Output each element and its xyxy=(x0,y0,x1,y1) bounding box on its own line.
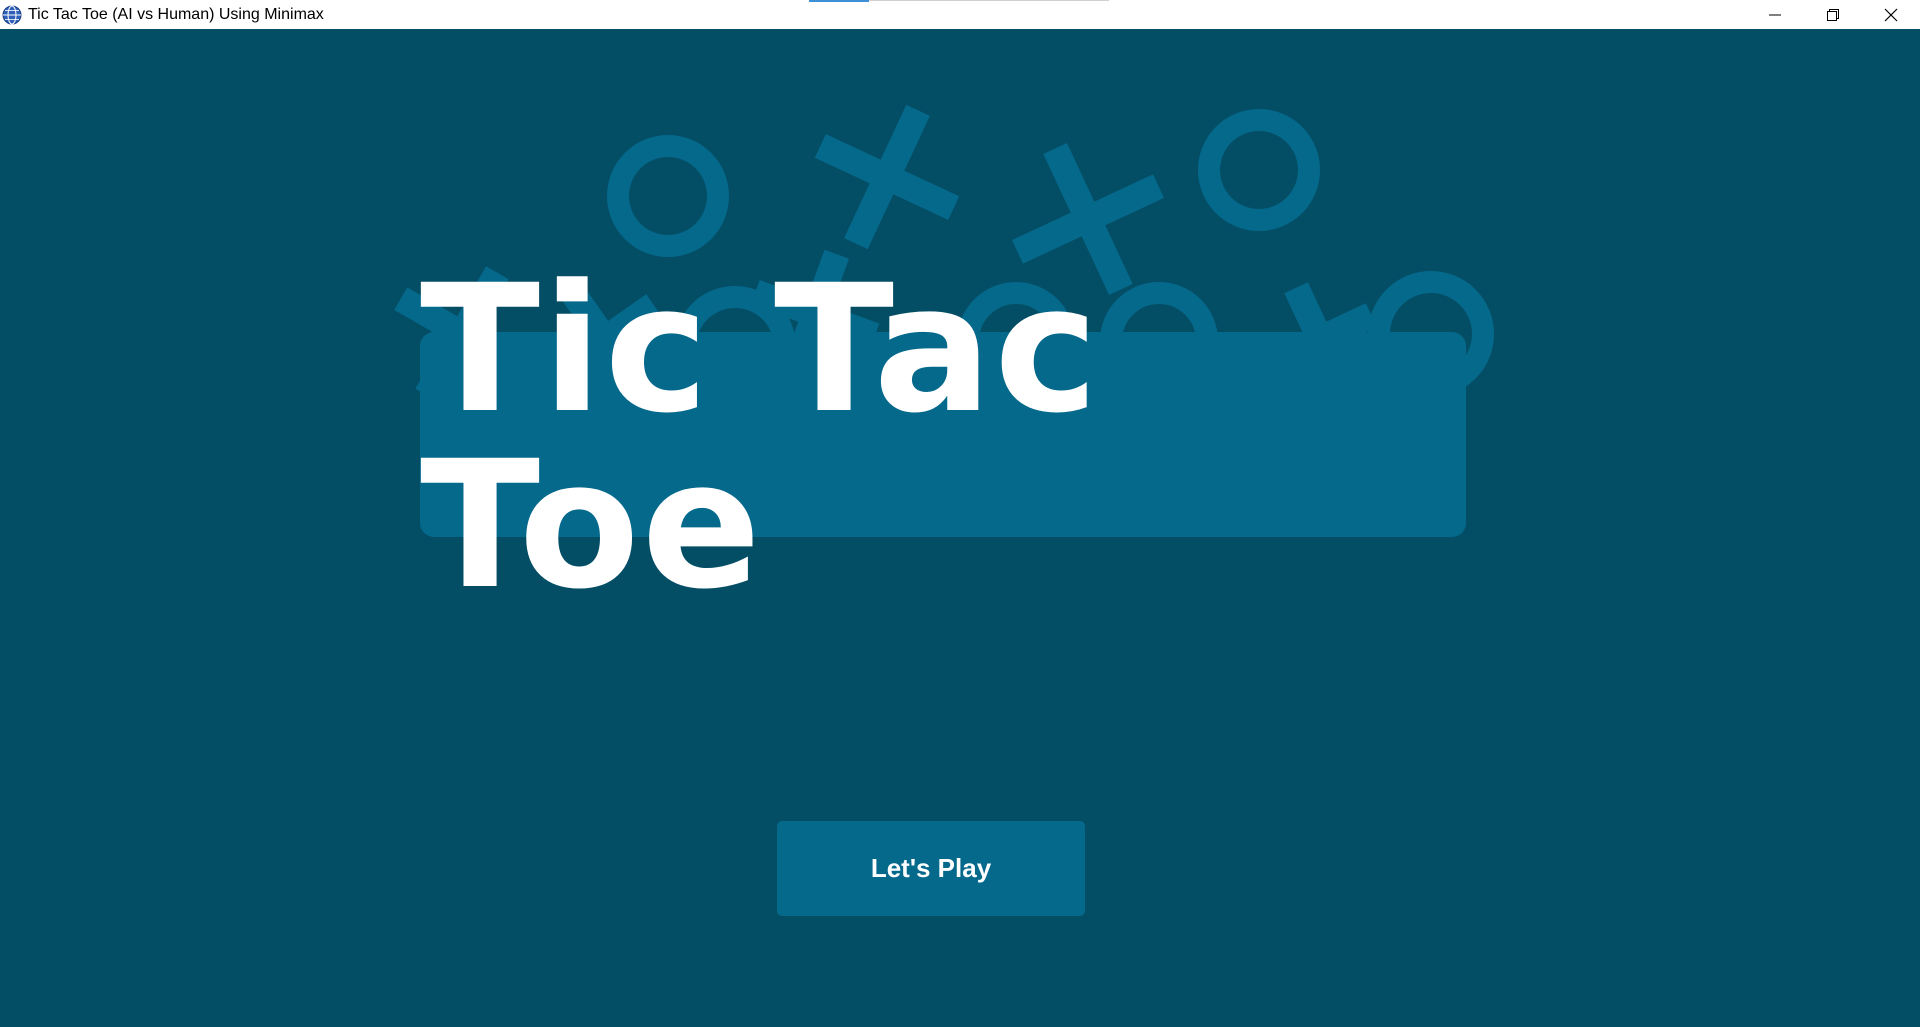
close-button[interactable] xyxy=(1862,0,1920,29)
titlebar-accent xyxy=(809,0,869,2)
title-bar[interactable]: Tic Tac Toe (AI vs Human) Using Minimax xyxy=(0,0,1920,29)
lets-play-button[interactable]: Let's Play xyxy=(777,821,1085,916)
restore-icon xyxy=(1827,8,1839,21)
window-title: Tic Tac Toe (AI vs Human) Using Minimax xyxy=(28,5,324,23)
restore-button[interactable] xyxy=(1804,0,1862,29)
x-mark-icon xyxy=(814,104,960,250)
main-content: Tic Tac Toe Let's Play xyxy=(0,29,1920,1027)
globe-icon xyxy=(2,5,22,24)
window-controls xyxy=(1746,0,1920,29)
logo-title: Tic Tac Toe xyxy=(420,246,1101,628)
app-window: Tic Tac Toe (AI vs Human) Using Minimax xyxy=(0,0,1920,1027)
o-mark-icon xyxy=(1198,109,1320,231)
close-icon xyxy=(1884,8,1898,21)
titlebar-divider xyxy=(869,0,1109,1)
minimize-icon xyxy=(1769,14,1781,15)
o-mark-icon xyxy=(607,135,729,257)
minimize-button[interactable] xyxy=(1746,0,1804,29)
